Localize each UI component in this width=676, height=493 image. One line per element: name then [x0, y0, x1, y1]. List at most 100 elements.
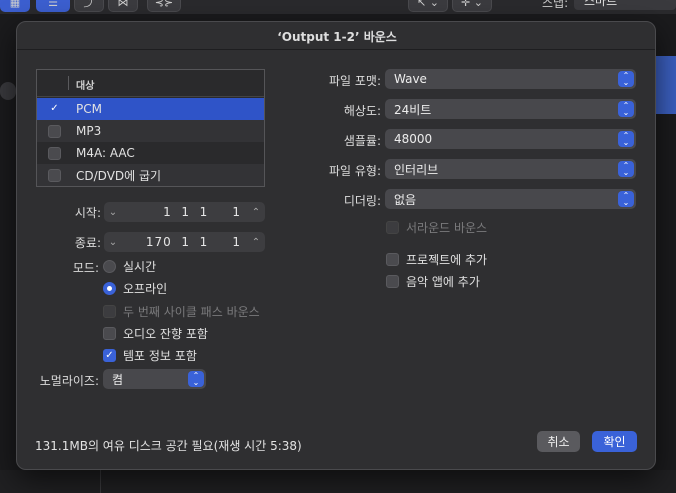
add-to-project-label: 프로젝트에 추가 [406, 253, 488, 267]
cd-dvd-checkbox[interactable] [48, 168, 61, 182]
end-label: 종료: [74, 236, 101, 250]
destination-row-m4a[interactable]: M4A: AAC [37, 142, 264, 164]
resolution-label: 해상도: [343, 104, 381, 118]
surround-bounce-option[interactable]: 서라운드 바운스 [386, 219, 487, 236]
marquee-tool-button[interactable]: ✛ ⌄ [452, 0, 492, 12]
snap-label: 스냅: [542, 0, 569, 10]
destination-label: MP3 [76, 124, 102, 138]
normalize-popup[interactable]: 켬 ⌃ ⌄ [103, 369, 206, 389]
flex-icon: ⋈ [117, 0, 129, 9]
realtime-label: 실시간 [123, 260, 157, 274]
file-format-popup[interactable]: Wave ⌃ ⌄ [385, 69, 636, 89]
destination-table-header: 대상 [37, 70, 264, 97]
audio-tail-option[interactable]: 오디오 잔향 포함 [103, 325, 208, 342]
realtime-radio[interactable] [103, 260, 116, 273]
background-bottom-area [0, 470, 676, 493]
surround-bounce-label: 서라운드 바운스 [406, 221, 488, 235]
mode-realtime-option[interactable]: 실시간 [103, 258, 156, 275]
add-to-project-option[interactable]: 프로젝트에 추가 [386, 251, 487, 268]
increment-icon[interactable]: ⌃ [247, 237, 265, 248]
dithering-value: 없음 [394, 192, 417, 207]
pointer-icon: ↖ ⌄ [417, 0, 439, 9]
destination-row-mp3[interactable]: MP3 [37, 120, 264, 142]
split-tool-button[interactable]: ⊰⊱ [147, 0, 181, 12]
curve-icon: ⤴ [83, 0, 95, 9]
updown-chevron-icon: ⌃ ⌄ [618, 71, 634, 87]
increment-icon[interactable]: ⌃ [247, 207, 265, 218]
destination-table: 대상 ✓ PCM MP3 M4A: AAC CD/DVD에 굽기 [36, 69, 265, 187]
checkmark-icon: ✓ [105, 349, 114, 361]
bounce-dialog: ‘Output 1-2’ 바운스 대상 ✓ PCM MP3 M4A: AAC C… [16, 21, 656, 470]
updown-chevron-icon: ⌃ ⌄ [618, 101, 634, 117]
decrement-icon[interactable]: ⌄ [104, 207, 122, 218]
grid-view-button[interactable]: ▦ [0, 0, 30, 12]
tempo-info-option[interactable]: ✓ 템포 정보 포함 [103, 347, 197, 364]
ok-button[interactable]: 확인 [592, 431, 637, 452]
updown-chevron-icon: ⌃ ⌄ [188, 371, 204, 387]
sample-rate-value: 48000 [394, 132, 433, 146]
curve-tool-button[interactable]: ⤴ [74, 0, 104, 12]
end-value: 170 1 1 1 [145, 235, 241, 249]
surround-bounce-checkbox[interactable] [386, 221, 399, 234]
file-type-value: 인터리브 [394, 162, 439, 177]
add-to-music-label: 음악 앱에 추가 [406, 275, 480, 289]
cycle-bounce-label: 두 번째 사이클 패스 바운스 [123, 305, 260, 319]
add-to-music-checkbox[interactable] [386, 275, 399, 288]
offline-label: 오프라인 [123, 282, 168, 296]
mp3-checkbox[interactable] [48, 124, 61, 138]
pointer-tool-button[interactable]: ↖ ⌄ [408, 0, 448, 12]
dialog-title: ‘Output 1-2’ 바운스 [277, 30, 397, 44]
start-label: 시작: [74, 206, 101, 220]
snap-select[interactable]: 스마트 [574, 0, 676, 10]
file-type-label: 파일 유형: [328, 164, 381, 178]
normalize-value: 켬 [112, 372, 124, 387]
destination-label: PCM [76, 102, 102, 116]
m4a-checkbox[interactable] [48, 146, 61, 160]
flex-tool-button[interactable]: ⋈ [108, 0, 138, 12]
cycle-bounce-option[interactable]: 두 번째 사이클 패스 바운스 [103, 303, 260, 320]
column-separator [68, 76, 69, 90]
file-format-label: 파일 포맷: [328, 74, 381, 88]
pcm-checkbox[interactable]: ✓ [48, 103, 61, 116]
split-icon: ⊰⊱ [154, 0, 174, 9]
dithering-popup[interactable]: 없음 ⌃ ⌄ [385, 189, 636, 209]
sample-rate-popup[interactable]: 48000 ⌃ ⌄ [385, 129, 636, 149]
disk-space-info: 131.1MB의 여유 디스크 공간 필요(재생 시간 5:38) [35, 439, 302, 453]
title-separator [17, 49, 655, 50]
add-to-project-checkbox[interactable] [386, 253, 399, 266]
background-divider [100, 470, 101, 493]
grid-icon: ▦ [9, 0, 21, 9]
updown-chevron-icon: ⌃ ⌄ [618, 191, 634, 207]
end-position-field[interactable]: ⌄ 170 1 1 1 ⌃ [104, 232, 265, 252]
list-view-button[interactable]: ☰ [36, 0, 70, 12]
audio-tail-label: 오디오 잔향 포함 [123, 327, 208, 341]
resolution-popup[interactable]: 24비트 ⌃ ⌄ [385, 99, 636, 119]
sample-rate-label: 샘플률: [343, 134, 381, 148]
normalize-label: 노멀라이즈: [39, 374, 99, 388]
mode-label: 모드: [72, 261, 99, 275]
start-value: 1 1 1 1 [163, 205, 241, 219]
destination-row-cd-dvd[interactable]: CD/DVD에 굽기 [37, 164, 264, 186]
mode-offline-option[interactable]: 오프라인 [103, 280, 167, 297]
updown-chevron-icon: ⌃ ⌄ [618, 131, 634, 147]
add-to-music-option[interactable]: 음악 앱에 추가 [386, 273, 480, 290]
tempo-info-label: 템포 정보 포함 [123, 349, 197, 363]
cycle-bounce-checkbox[interactable] [103, 305, 116, 318]
updown-chevron-icon: ⌃ ⌄ [618, 161, 634, 177]
start-position-field[interactable]: ⌄ 1 1 1 1 ⌃ [104, 202, 265, 222]
destination-row-pcm[interactable]: ✓ PCM [37, 98, 264, 120]
list-icon: ☰ [48, 0, 58, 9]
cancel-button[interactable]: 취소 [537, 431, 580, 452]
destination-label: CD/DVD에 굽기 [76, 168, 162, 183]
track-control [0, 82, 16, 100]
file-type-popup[interactable]: 인터리브 ⌃ ⌄ [385, 159, 636, 179]
crosshair-icon: ✛ ⌄ [461, 0, 483, 9]
decrement-icon[interactable]: ⌄ [104, 237, 122, 248]
destination-label: M4A: AAC [76, 146, 135, 160]
dithering-label: 디더링: [343, 194, 381, 208]
offline-radio[interactable] [103, 282, 116, 295]
destination-header-label: 대상 [76, 81, 95, 92]
audio-tail-checkbox[interactable] [103, 327, 116, 340]
resolution-value: 24비트 [394, 102, 432, 117]
tempo-info-checkbox[interactable]: ✓ [103, 349, 116, 362]
